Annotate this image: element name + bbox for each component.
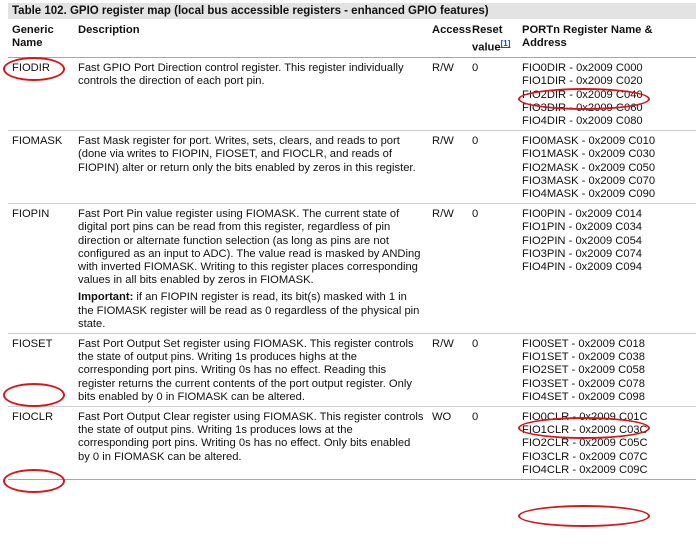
register-address: FIO3DIR - 0x2009 C060 <box>522 101 643 114</box>
register-address: FIO3PIN - 0x2009 C074 <box>522 247 643 260</box>
access-cell: WO <box>428 406 468 481</box>
footnote-link[interactable]: [1] <box>501 39 511 48</box>
port-register-cell: FIO0MASK - 0x2009 C010 FIO1MASK - 0x2009 … <box>518 130 696 205</box>
annotation-circle-fio2clr <box>518 505 650 527</box>
register-address: FIO0SET - 0x2009 C018 <box>522 338 645 350</box>
generic-name-cell: FIODIR <box>8 57 74 132</box>
register-address: FIO4DIR - 0x2009 C080 <box>522 114 643 127</box>
register-address: FIO3SET - 0x2009 C078 <box>522 377 645 390</box>
generic-name-cell: FIOPIN <box>8 203 74 334</box>
description-text: Fast Port Output Set register using FIOM… <box>78 338 414 403</box>
register-address: FIO1SET - 0x2009 C038 <box>522 351 645 364</box>
header-port-register: PORTn Register Name & Address <box>518 20 696 59</box>
reset-value-cell: 0 <box>468 406 518 481</box>
register-address: FIO2CLR - 0x2009 C05C <box>522 437 648 450</box>
table-row: FIODIR Fast GPIO Port Direction control r… <box>8 57 696 132</box>
port-register-cell: FIO0CLR - 0x2009 C01C FIO1CLR - 0x2009 C0… <box>518 406 696 481</box>
reset-value-cell: 0 <box>468 57 518 132</box>
register-address: FIO4MASK - 0x2009 C090 <box>522 187 656 200</box>
register-address: FIO4CLR - 0x2009 C09C <box>522 463 648 476</box>
description-cell: Fast GPIO Port Direction control registe… <box>74 57 428 132</box>
reset-value-cell: 0 <box>468 130 518 205</box>
description-cell: Fast Mask register for port. Writes, set… <box>74 130 428 205</box>
access-cell: R/W <box>428 333 468 408</box>
register-address: FIO3CLR - 0x2009 C07C <box>522 450 648 463</box>
header-reset-value: Reset value[1] <box>468 20 518 59</box>
table-row: FIOSET Fast Port Output Set register usin… <box>8 333 696 408</box>
port-register-cell: FIO0SET - 0x2009 C018 FIO1SET - 0x2009 C0… <box>518 333 696 408</box>
register-address: FIO0MASK - 0x2009 C010 <box>522 135 656 148</box>
register-address: FIO1PIN - 0x2009 C034 <box>522 221 643 234</box>
important-note: Important: if an FIOPIN register is read… <box>78 291 424 331</box>
table-caption: Table 102. GPIO register map (local bus … <box>8 3 696 19</box>
header-reset-value-label: Reset value <box>472 24 503 54</box>
table-header-row: Generic Name Description Access Reset va… <box>8 20 696 59</box>
header-generic-name: Generic Name <box>8 20 74 59</box>
description-text: Fast GPIO Port Direction control registe… <box>78 62 404 88</box>
register-address: FIO4SET - 0x2009 C098 <box>522 390 645 403</box>
description-cell: Fast Port Output Set register using FIOM… <box>74 333 428 408</box>
reset-value-cell: 0 <box>468 333 518 408</box>
important-label: Important: <box>78 291 134 304</box>
description-cell: Fast Port Pin value register using FIOMA… <box>74 203 428 334</box>
register-address: FIO1CLR - 0x2009 C03C <box>522 424 648 437</box>
access-cell: R/W <box>428 57 468 132</box>
generic-name-cell: FIOMASK <box>8 130 74 205</box>
register-address: FIO4PIN - 0x2009 C094 <box>522 260 643 273</box>
description-text: Fast Port Pin value register using FIOMA… <box>78 208 421 287</box>
header-access: Access <box>428 20 471 59</box>
table-row: FIOPIN Fast Port Pin value register using… <box>8 203 696 334</box>
header-description: Description <box>74 20 428 59</box>
access-cell: R/W <box>428 203 468 334</box>
port-register-cell: FIO0DIR - 0x2009 C000 FIO1DIR - 0x2009 C0… <box>518 57 696 132</box>
register-address: FIO0PIN - 0x2009 C014 <box>522 208 643 221</box>
description-text: Fast Mask register for port. Writes, set… <box>78 135 416 174</box>
port-register-cell: FIO0PIN - 0x2009 C014 FIO1PIN - 0x2009 C0… <box>518 203 696 334</box>
register-address: FIO1MASK - 0x2009 C030 <box>522 148 656 161</box>
register-address: FIO2MASK - 0x2009 C050 <box>522 161 656 174</box>
register-address: FIO0DIR - 0x2009 C000 <box>522 62 643 75</box>
register-address: FIO0CLR - 0x2009 C01C <box>522 411 648 424</box>
register-address: FIO2SET - 0x2009 C058 <box>522 364 645 377</box>
generic-name-cell: FIOSET <box>8 333 74 408</box>
register-address: FIO2DIR - 0x2009 C040 <box>522 88 643 101</box>
reset-value-cell: 0 <box>468 203 518 334</box>
table-row: FIOCLR Fast Port Output Clear register us… <box>8 406 696 481</box>
description-text: Fast Port Output Clear register using FI… <box>78 411 424 463</box>
access-cell: R/W <box>428 130 468 205</box>
description-cell: Fast Port Output Clear register using FI… <box>74 406 428 481</box>
table-row: FIOMASK Fast Mask register for port. Writ… <box>8 130 696 205</box>
register-address: FIO2PIN - 0x2009 C054 <box>522 234 643 247</box>
register-address: FIO1DIR - 0x2009 C020 <box>522 75 643 88</box>
gpio-register-table: Generic Name Description Access Reset va… <box>8 20 696 481</box>
register-address: FIO3MASK - 0x2009 C070 <box>522 174 656 187</box>
generic-name-cell: FIOCLR <box>8 406 74 481</box>
